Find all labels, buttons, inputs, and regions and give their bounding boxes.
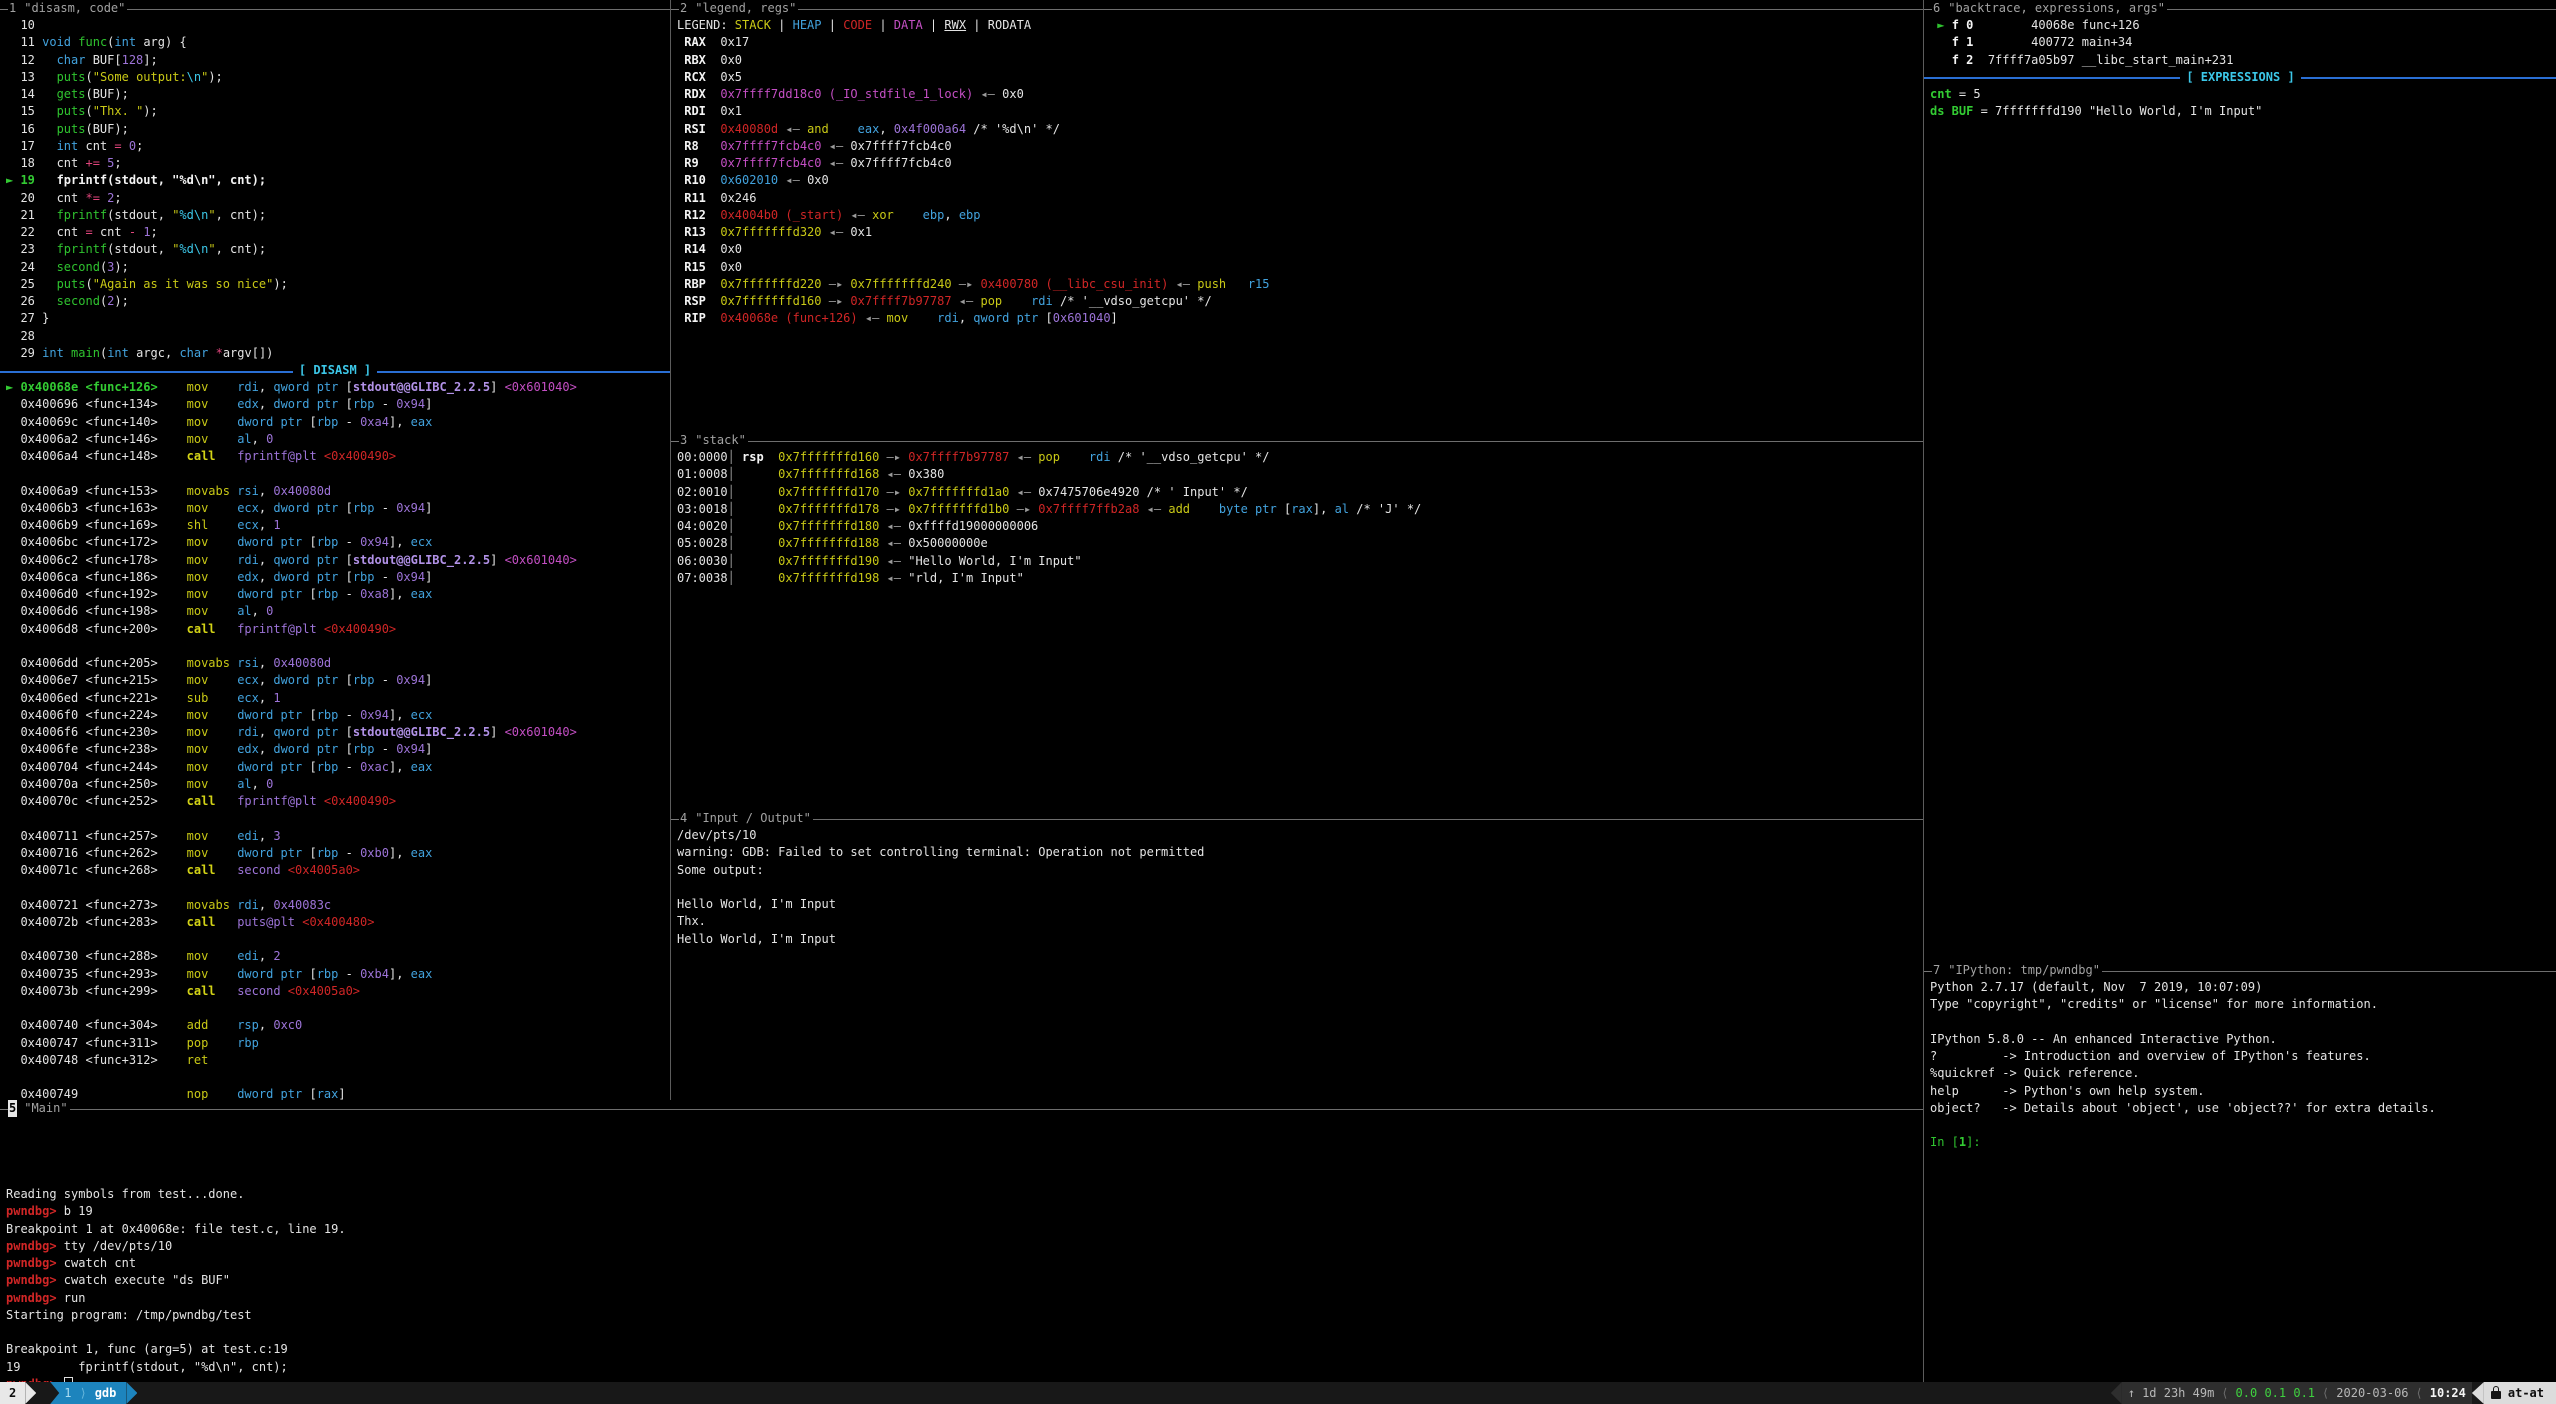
stack-lines: 00:0000│ rsp 0x7fffffffd160 —▸ 0x7ffff7b… — [671, 449, 1924, 587]
powerline-arrow-icon — [126, 1382, 137, 1404]
pane-number: 4 — [679, 810, 688, 827]
status-bar: 2 1 ⟩ gdb ↑ 1d 23h 49m ⟨ 0.0 0.1 0.1 ⟨ 202… — [0, 1382, 2556, 1404]
pane-number-active: 5 — [8, 1100, 17, 1117]
pane-number: 7 — [1932, 962, 1941, 979]
disassembly-lines: ► 0x40068e <func+126> mov rdi, qword ptr… — [0, 379, 670, 1100]
chevron-right-icon: ⟩ — [79, 1386, 86, 1400]
pane-title: 4 "Input / Output" — [671, 810, 1924, 827]
clock: 10:24 — [2430, 1386, 2466, 1400]
pane-name: "IPython: tmp/pwndbg" — [1948, 962, 2100, 979]
status-right: ↑ 1d 23h 49m ⟨ 0.0 0.1 0.1 ⟨ 2020-03-06 … — [2111, 1382, 2556, 1404]
disasm-separator-label: [ DISASM ] — [299, 362, 371, 379]
source-code-lines: 10 11 void func(int arg) { 12 char BUF[1… — [0, 17, 670, 362]
angle-separator-icon: ⟨ — [2409, 1386, 2430, 1400]
pane-title: 3 "stack" — [671, 432, 1924, 449]
tmux-screen: 1 "disasm, code" 10 11 void func(int arg)… — [0, 0, 2556, 1404]
pane-name: "disasm, code" — [24, 0, 125, 17]
pane-title: 2 "legend, regs" — [671, 0, 1924, 17]
pane-stack[interactable]: 3 "stack" 00:0000│ rsp 0x7fffffffd160 —▸ … — [670, 432, 1924, 810]
pane-ipython[interactable]: 7 "IPython: tmp/pwndbg" Python 2.7.17 (de… — [1923, 962, 2556, 1382]
console-lines[interactable]: Reading symbols from test...done.pwndbg>… — [0, 1117, 1923, 1382]
powerline-arrow-left-icon — [2472, 1382, 2484, 1404]
pane-title: 5 "Main" — [0, 1100, 1923, 1117]
pane-number: 1 — [8, 0, 17, 17]
pane-name: "stack" — [695, 432, 746, 449]
register-lines: LEGEND: STACK | HEAP | CODE | DATA | RWX… — [671, 17, 1924, 328]
pane-backtrace-expressions[interactable]: 6 "backtrace, expressions, args" ► f 0 40… — [1923, 0, 2556, 962]
disasm-separator: [ DISASM ] — [0, 362, 670, 379]
date-indicator: 2020-03-06 — [2336, 1386, 2408, 1400]
pane-input-output[interactable]: 4 "Input / Output" /dev/pts/10warning: GD… — [670, 810, 1924, 1100]
load-average: 0.0 0.1 0.1 — [2236, 1386, 2315, 1400]
ipython-lines: Python 2.7.17 (default, Nov 7 2019, 10:0… — [1924, 979, 2556, 1152]
pane-number: 3 — [679, 432, 688, 449]
session-badge[interactable]: 2 — [0, 1382, 25, 1404]
pane-name: "legend, regs" — [695, 0, 796, 17]
pane-name: "backtrace, expressions, args" — [1948, 0, 2165, 17]
lock-icon — [2491, 1391, 2501, 1399]
angle-separator-icon: ⟨ — [2214, 1386, 2235, 1400]
uptime-indicator: 1d 23h 49m — [2142, 1386, 2214, 1400]
powerline-arrow-left-icon — [2111, 1382, 2122, 1404]
window-name: gdb — [95, 1386, 117, 1400]
host-badge: at-at — [2484, 1382, 2556, 1404]
pane-number: 2 — [679, 0, 688, 17]
expressions-separator: [ EXPRESSIONS ] — [1924, 69, 2556, 86]
uptime-arrow-icon: ↑ — [2128, 1386, 2135, 1400]
pane-number: 6 — [1932, 0, 1941, 17]
window-number: 1 — [64, 1386, 71, 1400]
pane-name: "Main" — [24, 1100, 67, 1117]
backtrace-frame-lines: ► f 0 40068e func+126 f 1 400772 main+34… — [1924, 17, 2556, 69]
pane-title: 7 "IPython: tmp/pwndbg" — [1924, 962, 2556, 979]
window-tab-gdb[interactable]: 1 ⟩ gdb — [50, 1382, 126, 1404]
hostname: at-at — [2508, 1386, 2544, 1400]
expressions-separator-label: [ EXPRESSIONS ] — [2186, 69, 2294, 86]
expression-lines: cnt = 5ds BUF = 7fffffffd190 "Hello Worl… — [1924, 86, 2556, 121]
pane-main-console[interactable]: 5 "Main" Reading symbols from test...done… — [0, 1100, 1923, 1382]
pane-disasm-code[interactable]: 1 "disasm, code" 10 11 void func(int arg)… — [0, 0, 670, 1100]
angle-separator-icon: ⟨ — [2315, 1386, 2336, 1400]
io-lines: /dev/pts/10warning: GDB: Failed to set c… — [671, 827, 1924, 948]
pane-legend-regs[interactable]: 2 "legend, regs" LEGEND: STACK | HEAP | C… — [670, 0, 1924, 432]
powerline-arrow-icon — [25, 1382, 36, 1404]
pane-title: 6 "backtrace, expressions, args" — [1924, 0, 2556, 17]
status-left: 2 1 ⟩ gdb — [0, 1382, 137, 1404]
pane-name: "Input / Output" — [695, 810, 811, 827]
pane-title: 1 "disasm, code" — [0, 0, 670, 17]
